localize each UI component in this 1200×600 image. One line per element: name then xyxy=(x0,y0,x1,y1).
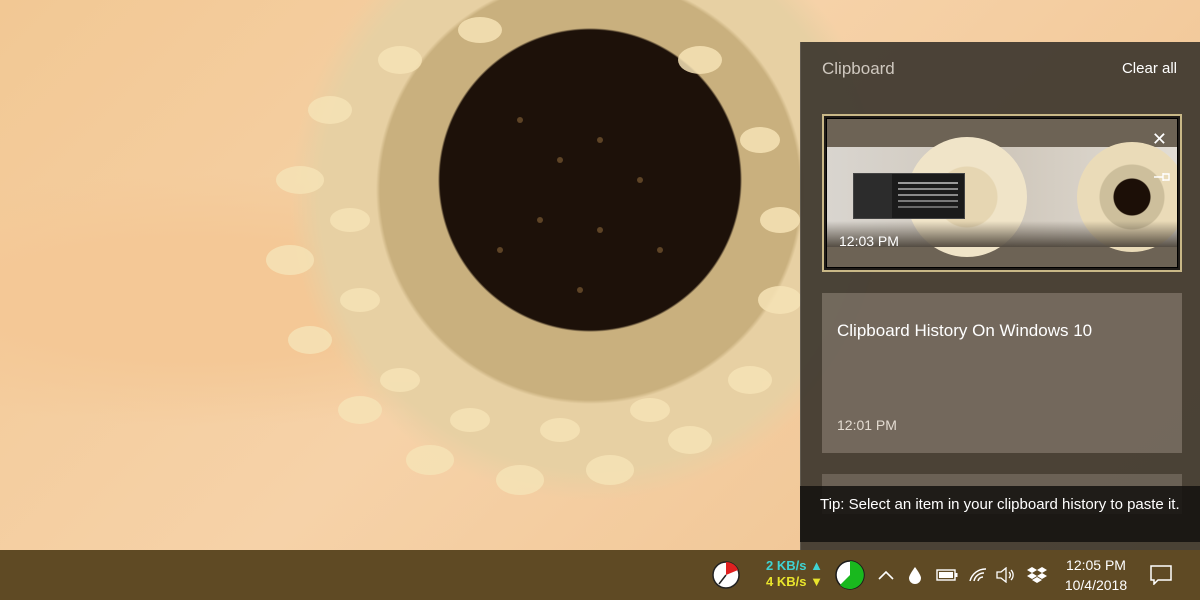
notifications-icon[interactable] xyxy=(1146,550,1176,600)
item-time: 12:03 PM xyxy=(839,233,899,249)
item-time: 12:01 PM xyxy=(837,417,897,433)
battery-icon[interactable] xyxy=(934,550,960,600)
download-arrow-icon: ▼ xyxy=(810,574,823,589)
drop-icon[interactable] xyxy=(904,550,926,600)
tip-tooltip: Tip: Select an item in your clipboard hi… xyxy=(800,486,1200,542)
clipboard-item-text[interactable]: Clipboard History On Windows 10 12:01 PM xyxy=(822,293,1182,453)
wifi-icon[interactable] xyxy=(966,550,990,600)
volume-icon[interactable] xyxy=(994,550,1018,600)
pin-icon[interactable] xyxy=(1153,171,1171,183)
clock-time: 12:05 PM xyxy=(1066,557,1126,573)
pie-indicator-icon[interactable] xyxy=(708,550,744,600)
green-circle-icon[interactable] xyxy=(832,550,868,600)
clear-all-button[interactable]: Clear all xyxy=(1122,60,1177,77)
chevron-up-icon[interactable] xyxy=(874,550,898,600)
clipboard-panel: Clipboard Clear all ✕ 12:03 PM Clipboard… xyxy=(800,42,1200,550)
screenshot-thumbnail xyxy=(827,137,1177,257)
item-text: Clipboard History On Windows 10 xyxy=(837,321,1093,340)
panel-title: Clipboard xyxy=(822,59,895,78)
clock-date: 10/4/2018 xyxy=(1064,577,1128,593)
dropbox-icon[interactable] xyxy=(1024,550,1050,600)
clipboard-item-image[interactable]: ✕ 12:03 PM xyxy=(822,114,1182,272)
upload-speed: 2 KB/s xyxy=(766,558,807,573)
download-speed: 4 KB/s xyxy=(766,574,807,589)
clock[interactable]: 12:05 PM 10/4/2018 xyxy=(1056,555,1136,595)
taskbar: 2 KB/s ▲ 4 KB/s ▼ 12:05 PM 10/4/2018 xyxy=(0,550,1200,600)
upload-arrow-icon: ▲ xyxy=(810,558,823,573)
close-icon[interactable]: ✕ xyxy=(1152,131,1167,149)
network-speed[interactable]: 2 KB/s ▲ 4 KB/s ▼ xyxy=(766,558,823,590)
